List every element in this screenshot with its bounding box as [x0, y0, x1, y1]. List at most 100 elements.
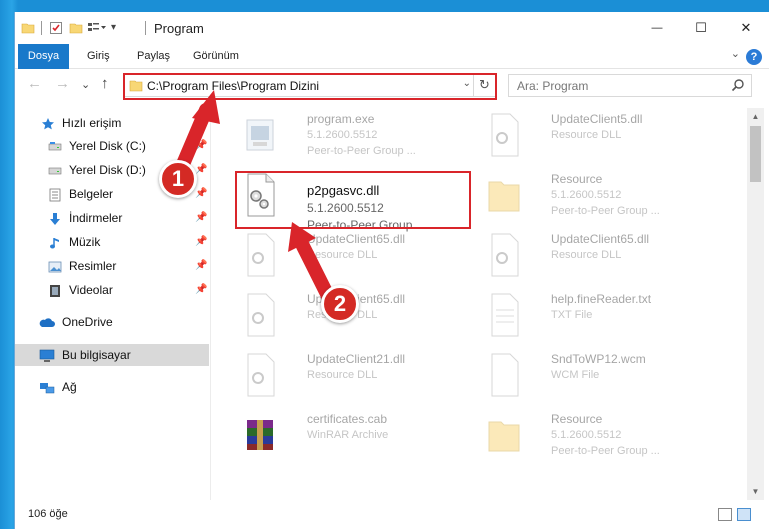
file-item[interactable]: UpdateClient21.dll Resource DLL: [233, 350, 473, 406]
status-bar: 106 öğe: [15, 500, 769, 529]
sidebar-item-drive-c[interactable]: Yerel Disk (C:) 📌: [15, 135, 209, 157]
sidebar-item-label: Resimler: [69, 259, 117, 273]
file-list: program.exe 5.1.2600.5512 Peer-to-Peer G…: [213, 108, 747, 500]
pin-icon: 📌: [195, 236, 208, 247]
file-item[interactable]: help.fineReader.txt TXT File: [477, 290, 717, 346]
sidebar-item-music[interactable]: Müzik 📌: [15, 231, 209, 253]
forward-button[interactable]: →: [55, 75, 70, 92]
properties-icon[interactable]: [49, 21, 63, 38]
dll-icon: [485, 232, 523, 278]
ribbon-expand-icon[interactable]: ⌄: [731, 47, 740, 60]
tab-share[interactable]: Paylaş: [137, 44, 170, 69]
pin-icon: 📌: [195, 188, 208, 199]
star-icon: [41, 116, 55, 130]
file-icon: [485, 352, 523, 398]
close-button[interactable]: ✕: [723, 12, 769, 44]
explorer-window: ▾ Program — ☐ ✕ Dosya Giriş Paylaş Görün…: [14, 12, 769, 529]
back-button[interactable]: ←: [27, 75, 42, 92]
music-icon: [48, 235, 62, 249]
scroll-up-icon[interactable]: ▲: [747, 108, 764, 125]
exe-icon: [241, 112, 279, 158]
file-name: certificates.cab: [307, 412, 388, 426]
minimize-icon: —: [651, 22, 663, 34]
file-item[interactable]: Resource 5.1.2600.5512 Peer-to-Peer Grou…: [477, 170, 717, 226]
file-name: UpdateClient21.dll: [307, 352, 406, 366]
file-version: 5.1.2600.5512: [307, 129, 378, 141]
sidebar-item-label: OneDrive: [62, 315, 113, 329]
maximize-button[interactable]: ☐: [678, 12, 724, 44]
minimize-button[interactable]: —: [634, 12, 680, 44]
up-button[interactable]: ↑: [101, 75, 109, 92]
sidebar-item-label: Yerel Disk (C:): [69, 139, 146, 153]
file-name: Resource: [551, 412, 603, 426]
file-name: UpdateClient65.dll: [307, 232, 406, 246]
file-name: program.exe: [307, 112, 375, 126]
step-badge-1: 1: [159, 160, 197, 198]
file-item[interactable]: UpdateClient5.dll Resource DLL: [477, 110, 717, 166]
details-view-button[interactable]: [718, 508, 732, 521]
help-icon[interactable]: ?: [746, 49, 762, 65]
search-placeholder: Ara: Program: [517, 79, 589, 93]
file-item[interactable]: Resource 5.1.2600.5512 Peer-to-Peer Grou…: [477, 410, 717, 466]
file-version: TXT File: [551, 309, 593, 321]
title-bar: ▾ Program — ☐ ✕: [15, 12, 769, 44]
sidebar-item-network[interactable]: Ağ: [15, 376, 209, 398]
drive-icon: [48, 163, 62, 177]
search-box[interactable]: Ara: Program: [508, 74, 752, 97]
pin-icon: 📌: [195, 140, 208, 151]
quick-access-dropdown-icon[interactable]: ▾: [111, 22, 116, 33]
address-highlight-box: [123, 73, 497, 100]
scroll-down-icon[interactable]: ▼: [747, 483, 764, 500]
sidebar-item-quick-access[interactable]: Hızlı erişim: [15, 112, 209, 134]
winrar-icon: [241, 412, 279, 458]
title-separator: [145, 21, 146, 35]
sidebar-item-pictures[interactable]: Resimler 📌: [15, 255, 209, 277]
network-icon: [39, 380, 55, 394]
file-version: Resource DLL: [307, 369, 378, 381]
documents-icon: [48, 187, 62, 202]
large-icons-view-button[interactable]: [737, 508, 751, 521]
file-version: WinRAR Archive: [307, 429, 389, 441]
file-description: Peer-to-Peer Group ...: [551, 205, 660, 217]
file-item[interactable]: certificates.cab WinRAR Archive: [233, 410, 473, 466]
tab-home[interactable]: Giriş: [87, 44, 110, 69]
sidebar-item-label: Bu bilgisayar: [62, 348, 131, 362]
close-icon: ✕: [740, 20, 752, 35]
sidebar-item-label: İndirmeler: [69, 211, 123, 225]
file-name: UpdateClient5.dll: [551, 112, 643, 126]
sidebar-item-this-pc[interactable]: Bu bilgisayar: [15, 344, 209, 366]
sidebar-item-label: Videolar: [69, 283, 113, 297]
file-item[interactable]: SndToWP12.wcm WCM File: [477, 350, 717, 406]
tab-file[interactable]: Dosya: [18, 44, 69, 69]
item-count: 106 öğe: [28, 508, 68, 520]
customize-toolbar-icon[interactable]: [87, 21, 107, 38]
pin-icon: 📌: [195, 260, 208, 271]
scroll-thumb[interactable]: [750, 126, 761, 182]
dll-icon: [241, 292, 279, 338]
file-item[interactable]: UpdateClient65.dll Resource DLL: [233, 230, 473, 286]
ribbon-tabs: Dosya Giriş Paylaş Görünüm ⌄ ?: [15, 44, 769, 69]
new-folder-icon[interactable]: [69, 21, 83, 38]
file-version: 5.1.2600.5512: [551, 429, 622, 441]
recent-locations-button[interactable]: ⌄: [81, 78, 90, 91]
sidebar-item-downloads[interactable]: İndirmeler 📌: [15, 207, 209, 229]
sidebar-item-label: Belgeler: [69, 187, 114, 201]
folder-icon[interactable]: [21, 21, 35, 38]
file-version: Resource DLL: [551, 249, 622, 261]
file-version: 5.1.2600.5512: [551, 189, 622, 201]
file-description: Peer-to-Peer Group ...: [307, 145, 416, 157]
search-icon[interactable]: [731, 78, 745, 95]
file-name: UpdateClient65.dll: [551, 232, 650, 246]
file-item[interactable]: program.exe 5.1.2600.5512 Peer-to-Peer G…: [233, 110, 473, 166]
cloud-icon: [39, 315, 55, 329]
sidebar-item-onedrive[interactable]: OneDrive: [15, 311, 209, 333]
file-item[interactable]: UpdateClient65.dll Resource DLL: [477, 230, 717, 286]
step-badge-2: 2: [321, 285, 359, 323]
sidebar-item-videos[interactable]: Videolar 📌: [15, 279, 209, 301]
vertical-scrollbar[interactable]: ▲ ▼: [747, 108, 764, 500]
tab-view[interactable]: Görünüm: [193, 44, 239, 69]
file-description: Peer-to-Peer Group ...: [551, 445, 660, 457]
file-name: SndToWP12.wcm: [551, 352, 646, 366]
dll-icon: [241, 352, 279, 398]
download-icon: [48, 211, 62, 225]
